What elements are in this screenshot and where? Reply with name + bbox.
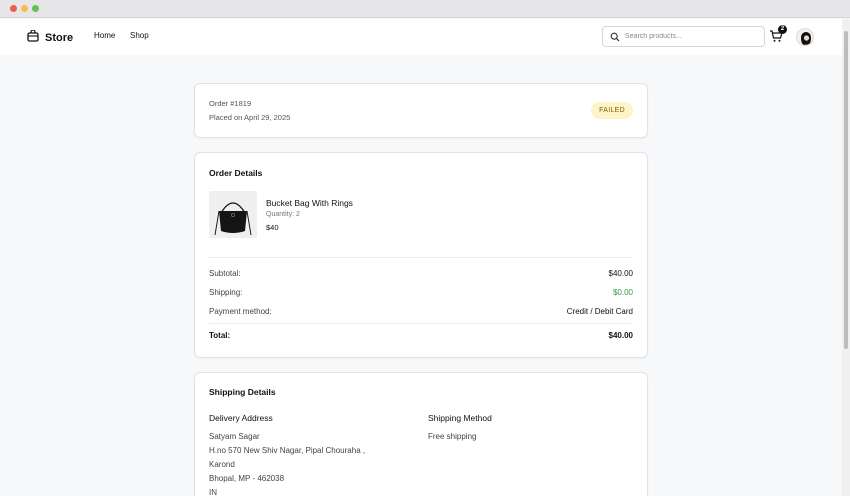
total-label: Total:	[209, 331, 231, 340]
search-icon	[610, 32, 620, 42]
total-value: $40.00	[608, 331, 633, 340]
close-window-button[interactable]	[10, 5, 17, 12]
nav-link-shop[interactable]: Shop	[130, 31, 149, 40]
subtotal-label: Subtotal:	[209, 269, 241, 278]
delivery-address-title: Delivery Address	[209, 413, 273, 423]
divider	[209, 257, 633, 258]
product-price: $40	[266, 223, 279, 232]
subtotal-value: $40.00	[608, 269, 633, 278]
nav-link-home[interactable]: Home	[94, 31, 115, 40]
address-line: Karond	[209, 460, 235, 469]
order-details-title: Order Details	[209, 168, 263, 178]
page-scrollbar[interactable]	[842, 19, 850, 496]
order-placed-date: Placed on April 29, 2025	[209, 113, 291, 122]
payment-method-label: Payment method:	[209, 307, 272, 316]
scrollbar-thumb[interactable]	[844, 31, 848, 349]
navbar: Store Home Shop 2	[0, 19, 842, 55]
shipping-method-title: Shipping Method	[428, 413, 492, 423]
order-number: Order #1819	[209, 99, 252, 108]
address-line: Satyam Sagar	[209, 432, 260, 441]
search-input[interactable]	[625, 30, 760, 43]
shipping-details-card: Shipping Details Delivery Address Satyam…	[194, 372, 648, 496]
product-image[interactable]	[209, 191, 257, 238]
maximize-window-button[interactable]	[32, 5, 39, 12]
order-details-card: Order Details Bucket Bag With Rings Quan…	[194, 152, 648, 358]
brand-name: Store	[45, 32, 74, 44]
address-line: H.no 570 New Shiv Nagar, Pipal Chouraha …	[209, 446, 366, 455]
search-box[interactable]	[602, 26, 765, 47]
shopping-bag-icon	[27, 29, 39, 47]
order-summary-card: Order #1819 Placed on April 29, 2025 FAI…	[194, 83, 648, 138]
shipping-label: Shipping:	[209, 288, 243, 297]
brand-logo[interactable]: Store	[27, 29, 73, 47]
divider	[209, 323, 633, 324]
avatar[interactable]	[796, 28, 814, 46]
status-badge: FAILED	[591, 102, 633, 119]
shipping-details-title: Shipping Details	[209, 387, 276, 397]
address-line: IN	[209, 488, 217, 496]
payment-method-value: Credit / Debit Card	[566, 307, 633, 316]
shipping-value: $0.00	[612, 288, 633, 297]
shipping-method-value: Free shipping	[428, 432, 477, 441]
cart-button[interactable]: 2	[769, 25, 787, 45]
browser-titlebar	[0, 0, 850, 18]
product-quantity: Quantity: 2	[266, 211, 300, 218]
cart-count-badge: 2	[778, 25, 787, 34]
address-line: Bhopal, MP - 462038	[209, 474, 285, 483]
minimize-window-button[interactable]	[21, 5, 28, 12]
product-name[interactable]: Bucket Bag With Rings	[266, 198, 353, 208]
